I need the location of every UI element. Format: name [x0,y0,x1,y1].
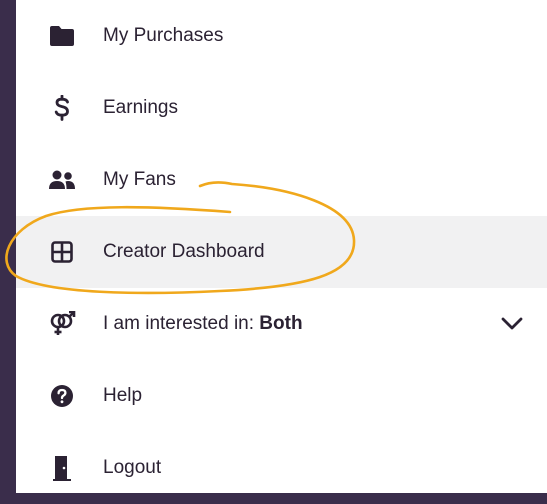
menu-item-label: Logout [103,457,162,478]
interest-value: Both [259,313,303,334]
users-icon [48,166,76,194]
menu-item-label: Earnings [103,97,178,118]
grid-icon [48,238,76,266]
door-icon [48,454,76,482]
menu-item-earnings[interactable]: Earnings [16,72,547,144]
menu-item-logout[interactable]: Logout [16,432,547,504]
menu-item-label: Help [103,385,143,406]
chevron-down-icon[interactable] [499,311,525,337]
help-circle-icon [48,382,76,410]
menu-item-label: I am interested in: Both [103,313,303,335]
menu-item-label: My Fans [103,169,176,190]
menu-item-label: My Purchases [103,25,224,46]
gender-icon [48,310,76,338]
account-menu: My Purchases Earnings My Fans Creator Da… [16,0,547,493]
interest-prefix: I am interested in: [103,313,260,334]
dollar-icon [48,94,76,122]
menu-item-creator-dashboard[interactable]: Creator Dashboard [16,216,547,288]
menu-item-label: Creator Dashboard [103,241,265,262]
menu-item-interested-in[interactable]: I am interested in: Both [16,288,547,360]
menu-item-my-purchases[interactable]: My Purchases [16,0,547,72]
folder-icon [48,22,76,50]
menu-item-my-fans[interactable]: My Fans [16,144,547,216]
menu-item-help[interactable]: Help [16,360,547,432]
